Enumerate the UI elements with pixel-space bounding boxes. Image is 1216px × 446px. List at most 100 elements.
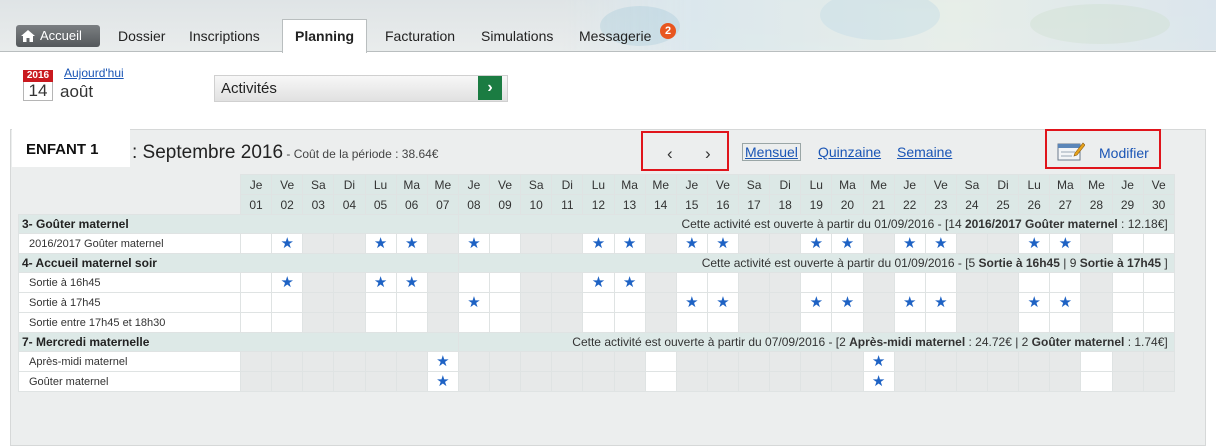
home-button[interactable]: Accueil bbox=[16, 25, 100, 47]
day-cell[interactable] bbox=[271, 312, 304, 333]
day-cell[interactable]: ★ bbox=[1049, 292, 1082, 313]
day-cell[interactable] bbox=[1142, 272, 1175, 293]
day-cell[interactable]: ★ bbox=[582, 272, 615, 293]
day-cell[interactable]: ★ bbox=[706, 292, 740, 313]
day-cell[interactable]: ★ bbox=[800, 292, 833, 313]
day-cell[interactable] bbox=[488, 272, 522, 293]
activity-section-row: 4- Accueil maternel soir Cette activité e… bbox=[18, 253, 1175, 273]
day-cell[interactable] bbox=[582, 292, 615, 313]
day-cell[interactable] bbox=[1111, 312, 1144, 333]
day-cell[interactable] bbox=[1111, 233, 1144, 254]
tab-simulations[interactable]: Simulations bbox=[481, 28, 553, 44]
day-cell[interactable] bbox=[239, 312, 273, 333]
today-link[interactable]: Aujourd'hui bbox=[64, 66, 124, 80]
day-number-cell: 28 bbox=[1080, 194, 1113, 215]
day-cell[interactable]: ★ bbox=[395, 233, 428, 254]
day-cell[interactable] bbox=[271, 292, 304, 313]
day-cell[interactable] bbox=[1111, 272, 1144, 293]
day-cell[interactable] bbox=[1018, 312, 1051, 333]
day-cell[interactable]: ★ bbox=[613, 272, 646, 293]
day-cell[interactable] bbox=[1080, 371, 1113, 392]
day-cell[interactable]: ★ bbox=[271, 272, 304, 293]
day-cell[interactable]: ★ bbox=[893, 233, 926, 254]
day-cell[interactable] bbox=[831, 312, 864, 333]
day-cell[interactable] bbox=[364, 312, 397, 333]
view-mensuel[interactable]: Mensuel bbox=[742, 143, 801, 161]
tab-inscriptions[interactable]: Inscriptions bbox=[189, 28, 260, 44]
day-cell[interactable]: ★ bbox=[893, 292, 926, 313]
day-cell[interactable] bbox=[706, 312, 740, 333]
next-period-button[interactable]: › bbox=[705, 144, 711, 164]
day-cell[interactable] bbox=[239, 272, 273, 293]
day-cell[interactable] bbox=[364, 292, 397, 313]
day-cell[interactable] bbox=[488, 312, 522, 333]
tab-messagerie[interactable]: Messagerie bbox=[579, 28, 651, 44]
day-cell[interactable]: ★ bbox=[800, 233, 833, 254]
tab-facturation[interactable]: Facturation bbox=[385, 28, 455, 44]
day-cell[interactable] bbox=[800, 272, 833, 293]
day-cell[interactable]: ★ bbox=[831, 233, 864, 254]
day-cell[interactable]: ★ bbox=[862, 371, 895, 392]
tab-dossier[interactable]: Dossier bbox=[118, 28, 165, 44]
day-cell[interactable] bbox=[488, 233, 522, 254]
day-cell[interactable] bbox=[239, 292, 273, 313]
day-cell[interactable]: ★ bbox=[426, 351, 459, 372]
star-icon: ★ bbox=[436, 352, 450, 370]
day-cell[interactable] bbox=[706, 272, 740, 293]
view-semaine[interactable]: Semaine bbox=[897, 144, 952, 160]
day-cell[interactable]: ★ bbox=[364, 233, 397, 254]
day-cell[interactable] bbox=[1142, 312, 1175, 333]
day-cell[interactable]: ★ bbox=[675, 233, 708, 254]
day-cell[interactable]: ★ bbox=[924, 292, 957, 313]
day-cell[interactable]: ★ bbox=[613, 233, 646, 254]
day-cell[interactable] bbox=[893, 312, 926, 333]
day-cell[interactable] bbox=[613, 292, 646, 313]
day-number-cell: 02 bbox=[271, 194, 304, 215]
day-cell[interactable]: ★ bbox=[831, 292, 864, 313]
day-cell[interactable]: ★ bbox=[271, 233, 304, 254]
day-cell[interactable] bbox=[924, 272, 957, 293]
day-cell[interactable] bbox=[1049, 312, 1082, 333]
day-cell[interactable] bbox=[613, 312, 646, 333]
day-cell[interactable] bbox=[924, 312, 957, 333]
star-icon: ★ bbox=[716, 234, 730, 252]
view-quinzaine[interactable]: Quinzaine bbox=[818, 144, 881, 160]
day-cell[interactable] bbox=[675, 312, 708, 333]
day-cell[interactable] bbox=[893, 272, 926, 293]
day-cell[interactable] bbox=[1049, 272, 1082, 293]
day-cell[interactable]: ★ bbox=[395, 272, 428, 293]
day-cell[interactable]: ★ bbox=[1049, 233, 1082, 254]
prev-period-button[interactable]: ‹ bbox=[667, 144, 673, 164]
day-cell[interactable] bbox=[239, 233, 273, 254]
day-cell[interactable] bbox=[1142, 292, 1175, 313]
day-cell[interactable] bbox=[395, 312, 428, 333]
day-cell[interactable] bbox=[457, 272, 491, 293]
activity-selector[interactable]: Activités bbox=[214, 75, 508, 102]
day-cell[interactable] bbox=[395, 292, 428, 313]
day-cell[interactable]: ★ bbox=[1018, 233, 1051, 254]
day-cell[interactable] bbox=[1142, 233, 1175, 254]
day-cell[interactable]: ★ bbox=[706, 233, 740, 254]
day-cell[interactable] bbox=[1080, 351, 1113, 372]
day-cell[interactable]: ★ bbox=[1018, 292, 1051, 313]
day-cell[interactable] bbox=[488, 292, 522, 313]
day-cell[interactable]: ★ bbox=[924, 233, 957, 254]
day-cell[interactable]: ★ bbox=[675, 292, 708, 313]
activity-go-button[interactable]: › bbox=[478, 76, 502, 100]
day-cell[interactable]: ★ bbox=[457, 233, 491, 254]
day-cell[interactable] bbox=[644, 351, 677, 372]
day-cell[interactable]: ★ bbox=[862, 351, 895, 372]
tab-planning[interactable]: Planning bbox=[282, 19, 368, 53]
day-cell[interactable]: ★ bbox=[426, 371, 459, 392]
day-cell[interactable] bbox=[1111, 292, 1144, 313]
day-cell[interactable] bbox=[644, 371, 677, 392]
day-cell[interactable]: ★ bbox=[364, 272, 397, 293]
day-cell[interactable]: ★ bbox=[582, 233, 615, 254]
day-cell[interactable]: ★ bbox=[457, 292, 491, 313]
day-cell[interactable] bbox=[800, 312, 833, 333]
day-cell[interactable] bbox=[457, 312, 491, 333]
day-cell[interactable] bbox=[1018, 272, 1051, 293]
day-cell[interactable] bbox=[582, 312, 615, 333]
day-cell[interactable] bbox=[831, 272, 864, 293]
day-cell[interactable] bbox=[675, 272, 708, 293]
